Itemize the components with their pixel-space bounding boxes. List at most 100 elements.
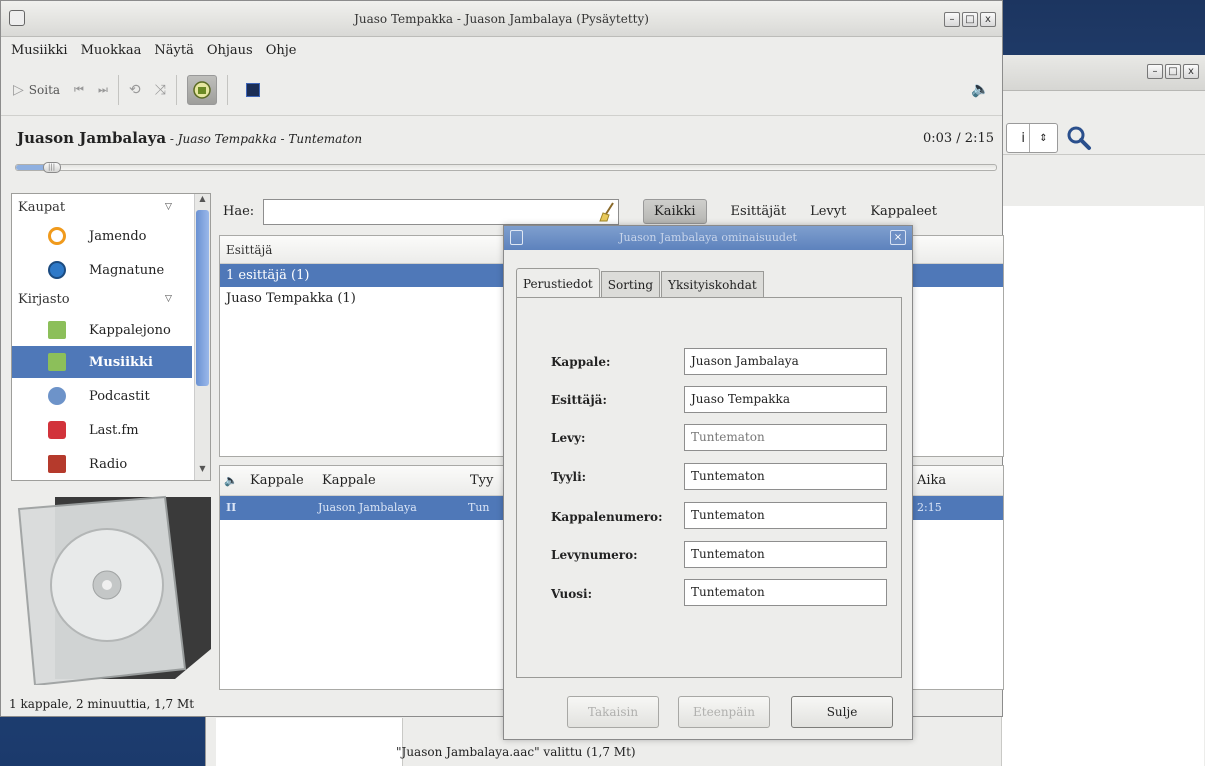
visualization-icon[interactable] — [245, 82, 260, 97]
maximize-button[interactable]: □ — [962, 12, 978, 27]
bg-maximize-button[interactable]: □ — [1165, 64, 1181, 79]
back-button[interactable]: Takaisin — [567, 696, 659, 728]
album-field[interactable]: Tuntematon — [684, 424, 887, 451]
toolbar-separator — [226, 74, 228, 105]
track-number-field[interactable]: Tuntematon — [684, 502, 887, 529]
seek-slider[interactable]: ||| — [15, 162, 997, 173]
sidebar: Kaupat ▽ Jamendo Magnatune Kirjasto ▽ Ka… — [11, 193, 211, 481]
seek-handle[interactable]: ||| — [42, 162, 61, 173]
sidebar-item-podcasts[interactable]: Podcastit — [12, 380, 192, 412]
artist-label: Esittäjä: — [551, 393, 607, 407]
window-controls: – □ x — [944, 12, 996, 27]
menu-view[interactable]: Näytä — [154, 43, 193, 58]
play-button[interactable]: ▷ Soita — [13, 82, 60, 98]
column-title[interactable]: Kappale — [322, 473, 376, 488]
menu-control[interactable]: Ohjaus — [207, 43, 253, 58]
sidebar-item-magnatune[interactable]: Magnatune — [12, 254, 192, 286]
track-genre: Tun — [468, 501, 490, 514]
scroll-down-icon[interactable]: ▼ — [196, 464, 209, 478]
browser-filter-tabs: Kaikki Esittäjät Levyt Kappaleet — [643, 199, 937, 224]
magnatune-icon — [48, 261, 66, 279]
sidebar-scrollbar[interactable]: ▲ ▼ — [194, 194, 210, 480]
jamendo-icon — [48, 227, 66, 245]
time-display: 0:03 / 2:15 — [922, 131, 994, 146]
background-spinner[interactable]: i ⇕ — [1006, 123, 1058, 153]
sidebar-item-lastfm[interactable]: Last.fm — [12, 414, 192, 446]
pause-icon: II — [226, 501, 237, 514]
sidebar-item-label: Radio — [89, 456, 128, 472]
album-art-cd-icon — [15, 489, 211, 687]
sidebar-item-jamendo[interactable]: Jamendo — [12, 220, 192, 252]
dialog-titlebar[interactable]: Juason Jambalaya ominaisuudet × — [504, 226, 912, 250]
radio-icon — [48, 455, 66, 473]
filter-tracks[interactable]: Kappaleet — [870, 204, 937, 219]
sidebar-item-music[interactable]: Musiikki — [12, 346, 192, 378]
menubar: Musiikki Muokkaa Näytä Ohjaus Ohje — [1, 38, 1002, 63]
disc-number-label: Levynumero: — [551, 548, 638, 562]
column-genre[interactable]: Tyy — [470, 473, 493, 488]
filter-albums[interactable]: Levyt — [810, 204, 846, 219]
bg-close-button[interactable]: x — [1183, 64, 1199, 79]
year-field[interactable]: Tuntematon — [684, 579, 887, 606]
genre-label: Tyyli: — [551, 470, 587, 484]
filter-artists[interactable]: Esittäjät — [731, 204, 787, 219]
playing-column-icon[interactable]: 🔈 — [224, 474, 238, 487]
track-title: Juason Jambalaya — [318, 501, 417, 514]
close-button[interactable]: x — [980, 12, 996, 27]
browse-icon — [193, 80, 211, 99]
browse-toggle-button[interactable] — [186, 74, 217, 105]
volume-icon[interactable]: 🔈 — [971, 80, 990, 98]
previous-icon[interactable]: ⏮ — [74, 83, 84, 97]
repeat-icon[interactable]: ⟲ — [129, 82, 141, 98]
menu-music[interactable]: Musiikki — [11, 43, 68, 58]
menu-help[interactable]: Ohje — [266, 43, 297, 58]
titlebar[interactable]: Juaso Tempakka - Juason Jambalaya (Pysäy… — [1, 1, 1002, 37]
close-dialog-button[interactable]: Sulje — [791, 696, 893, 728]
genre-field[interactable]: Tuntematon — [684, 463, 887, 490]
play-label: Soita — [28, 82, 61, 97]
dialog-panel: Kappale: Juason Jambalaya Esittäjä: Juas… — [516, 297, 902, 678]
lastfm-icon — [48, 421, 66, 439]
minimize-button[interactable]: – — [944, 12, 960, 27]
next-icon[interactable]: ⏭ — [98, 83, 108, 97]
clear-search-icon[interactable] — [599, 201, 617, 223]
background-window-controls: – □ x — [1147, 64, 1199, 79]
track-number-label: Kappalenumero: — [551, 510, 663, 524]
sidebar-item-label: Magnatune — [89, 262, 165, 278]
search-input[interactable] — [263, 199, 619, 225]
scroll-up-icon[interactable]: ▲ — [196, 194, 209, 208]
dialog-close-button[interactable]: × — [890, 230, 906, 245]
year-label: Vuosi: — [551, 587, 593, 601]
status-bar: 1 kappale, 2 minuuttia, 1,7 Mt — [9, 697, 195, 711]
sidebar-item-radio[interactable]: Radio — [12, 448, 192, 480]
forward-button[interactable]: Eteenpäin — [678, 696, 770, 728]
sidebar-item-play-queue[interactable]: Kappalejono — [12, 314, 192, 346]
sidebar-group-library[interactable]: Kirjasto — [18, 292, 70, 307]
toolbar-separator — [117, 74, 119, 105]
sidebar-group-stores[interactable]: Kaupat — [18, 200, 65, 215]
spinner-arrows-icon[interactable]: ⇕ — [1029, 124, 1057, 152]
disc-number-field[interactable]: Tuntematon — [684, 541, 887, 568]
sidebar-item-label: Last.fm — [89, 422, 139, 438]
shuffle-icon[interactable]: ⤨ — [155, 82, 166, 98]
song-title: Juason Jambalaya — [17, 129, 167, 147]
chevron-down-icon[interactable]: ▽ — [165, 294, 172, 304]
sidebar-item-label: Podcastit — [89, 388, 150, 404]
column-time[interactable]: Aika — [917, 473, 946, 488]
properties-dialog: Juason Jambalaya ominaisuudet × Perustie… — [503, 225, 913, 740]
background-status-text: "Juason Jambalaya.aac" valittu (1,7 Mt) — [396, 745, 636, 759]
toolbar-separator — [175, 74, 177, 105]
search-icon[interactable] — [1064, 123, 1094, 153]
background-bottom-pane — [216, 718, 403, 766]
chevron-down-icon[interactable]: ▽ — [165, 202, 172, 212]
menu-edit[interactable]: Muokkaa — [81, 43, 142, 58]
column-track-number[interactable]: Kappale — [250, 473, 304, 488]
scrollbar-thumb[interactable] — [196, 210, 209, 386]
dialog-title: Juason Jambalaya ominaisuudet — [619, 231, 797, 244]
artist-field[interactable]: Juaso Tempakka — [684, 386, 887, 413]
bg-minimize-button[interactable]: – — [1147, 64, 1163, 79]
title-label: Kappale: — [551, 355, 611, 369]
filter-all[interactable]: Kaikki — [643, 199, 707, 224]
title-field[interactable]: Juason Jambalaya — [684, 348, 887, 375]
song-meta: - Juaso Tempakka - Tuntematon — [166, 132, 363, 146]
